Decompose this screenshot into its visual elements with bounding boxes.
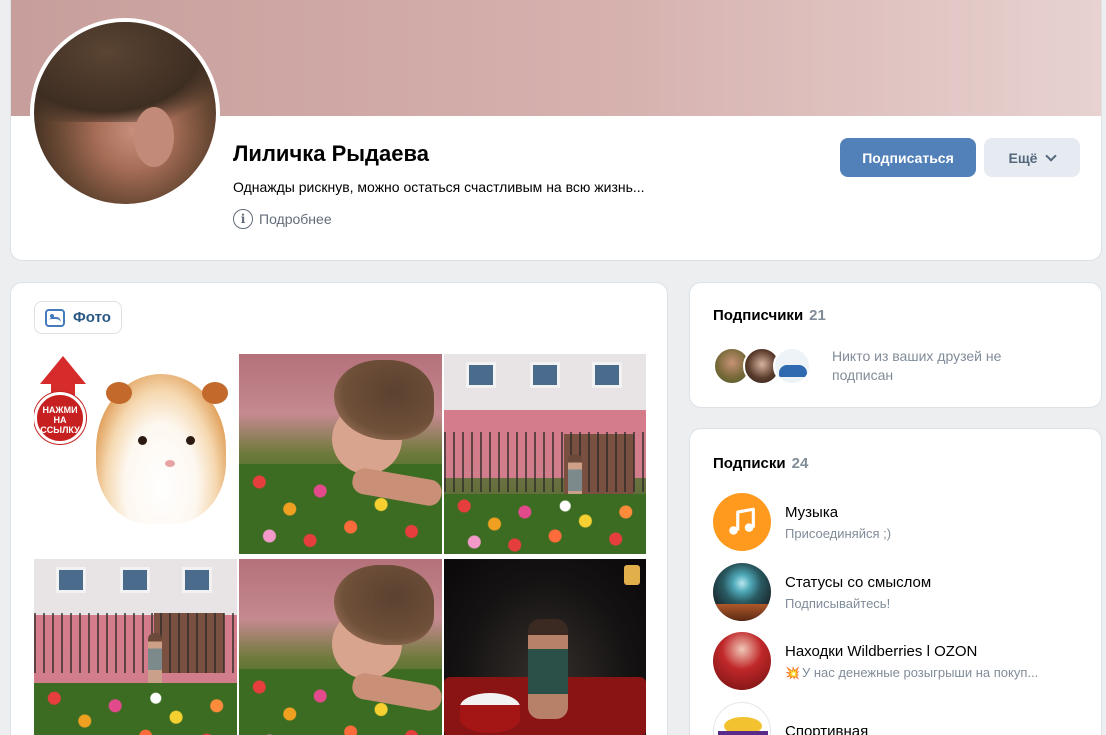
group-subtitle: Подписывайтесь! (785, 595, 891, 611)
list-item-group-statuses[interactable]: Статусы со смыслом Подписывайтесь! (713, 563, 1085, 621)
group-subtitle-row: 💥 У нас денежные розыгрыши на покуп... (785, 665, 1085, 680)
subscribe-button[interactable]: Подписаться (840, 138, 976, 177)
click-link-badge: НАЖМИ НА ССЫЛКУ (34, 392, 86, 444)
photo-thumbnail-flowers[interactable] (239, 354, 442, 554)
tab-photos[interactable]: Фото (34, 301, 122, 334)
group-avatar-sport (713, 702, 771, 735)
profile-name: Лиличка Рыдаева (233, 141, 429, 166)
group-avatar-wildberries (713, 632, 771, 690)
more-info-label: Подробнее (259, 211, 332, 227)
profile-avatar[interactable] (30, 18, 220, 208)
following-count: 24 (791, 455, 809, 472)
profile-avatar-image (34, 22, 216, 204)
photos-card: Фото НАЖМИ НА ССЫЛКУ (10, 282, 668, 735)
group-name: Спортивная (785, 722, 869, 735)
more-info-link[interactable]: i Подробнее (233, 209, 332, 229)
following-title-label: Подписки (713, 455, 786, 472)
sparkle-icon: 💥 (785, 665, 800, 680)
group-subtitle: Присоединяйся ;) (785, 525, 892, 541)
photo-thumbnail-flowers-2[interactable] (239, 559, 442, 735)
photo-thumbnail-hamster[interactable]: НАЖМИ НА ССЫЛКУ (34, 354, 237, 554)
subscribers-title-label: Подписчики (713, 307, 804, 324)
photo-thumbnail-house-2[interactable] (34, 559, 237, 735)
chevron-down-icon (1045, 149, 1058, 162)
avatar[interactable] (773, 347, 811, 385)
more-button[interactable]: Ещё (984, 138, 1080, 177)
following-card: Подписки 24 Музыка Присоединяйся ;) Стату… (689, 428, 1102, 735)
group-subtitle: У нас денежные розыгрыши на покуп... (801, 664, 1039, 680)
group-name: Статусы со смыслом (785, 573, 932, 591)
subscribers-count: 21 (809, 307, 826, 324)
subscribers-title: Подписчики 21 (713, 307, 826, 324)
photo-thumbnail-night[interactable] (444, 559, 646, 735)
list-item-group-wildberries[interactable]: Находки Wildberries l OZON 💥 У нас денежн… (713, 632, 1085, 690)
subscriber-avatars[interactable] (713, 347, 811, 385)
group-name: Находки Wildberries l OZON (785, 642, 978, 660)
profile-header-card: Лиличка Рыдаева Однажды рискнув, можно о… (10, 0, 1102, 261)
profile-status: Однажды рискнув, можно остаться счастлив… (233, 179, 645, 195)
following-title[interactable]: Подписки 24 (713, 455, 808, 472)
photo-thumbnail-house[interactable] (444, 354, 646, 554)
list-item-group-music[interactable]: Музыка Присоединяйся ;) (713, 493, 1085, 551)
music-note-icon (729, 507, 755, 535)
list-item-group-sport[interactable]: Спортивная (713, 702, 1085, 735)
subscribers-card[interactable]: Подписчики 21 Никто из ваших друзей не по… (689, 282, 1102, 408)
group-avatar-statuses (713, 563, 771, 621)
no-friends-note: Никто из ваших друзей не подписан (832, 348, 1002, 383)
group-avatar-music (713, 493, 771, 551)
info-icon: i (233, 209, 253, 229)
more-button-label: Ещё (1008, 149, 1038, 166)
tab-photos-label: Фото (73, 309, 111, 326)
photo-icon (45, 308, 65, 327)
group-name: Музыка (785, 503, 839, 521)
